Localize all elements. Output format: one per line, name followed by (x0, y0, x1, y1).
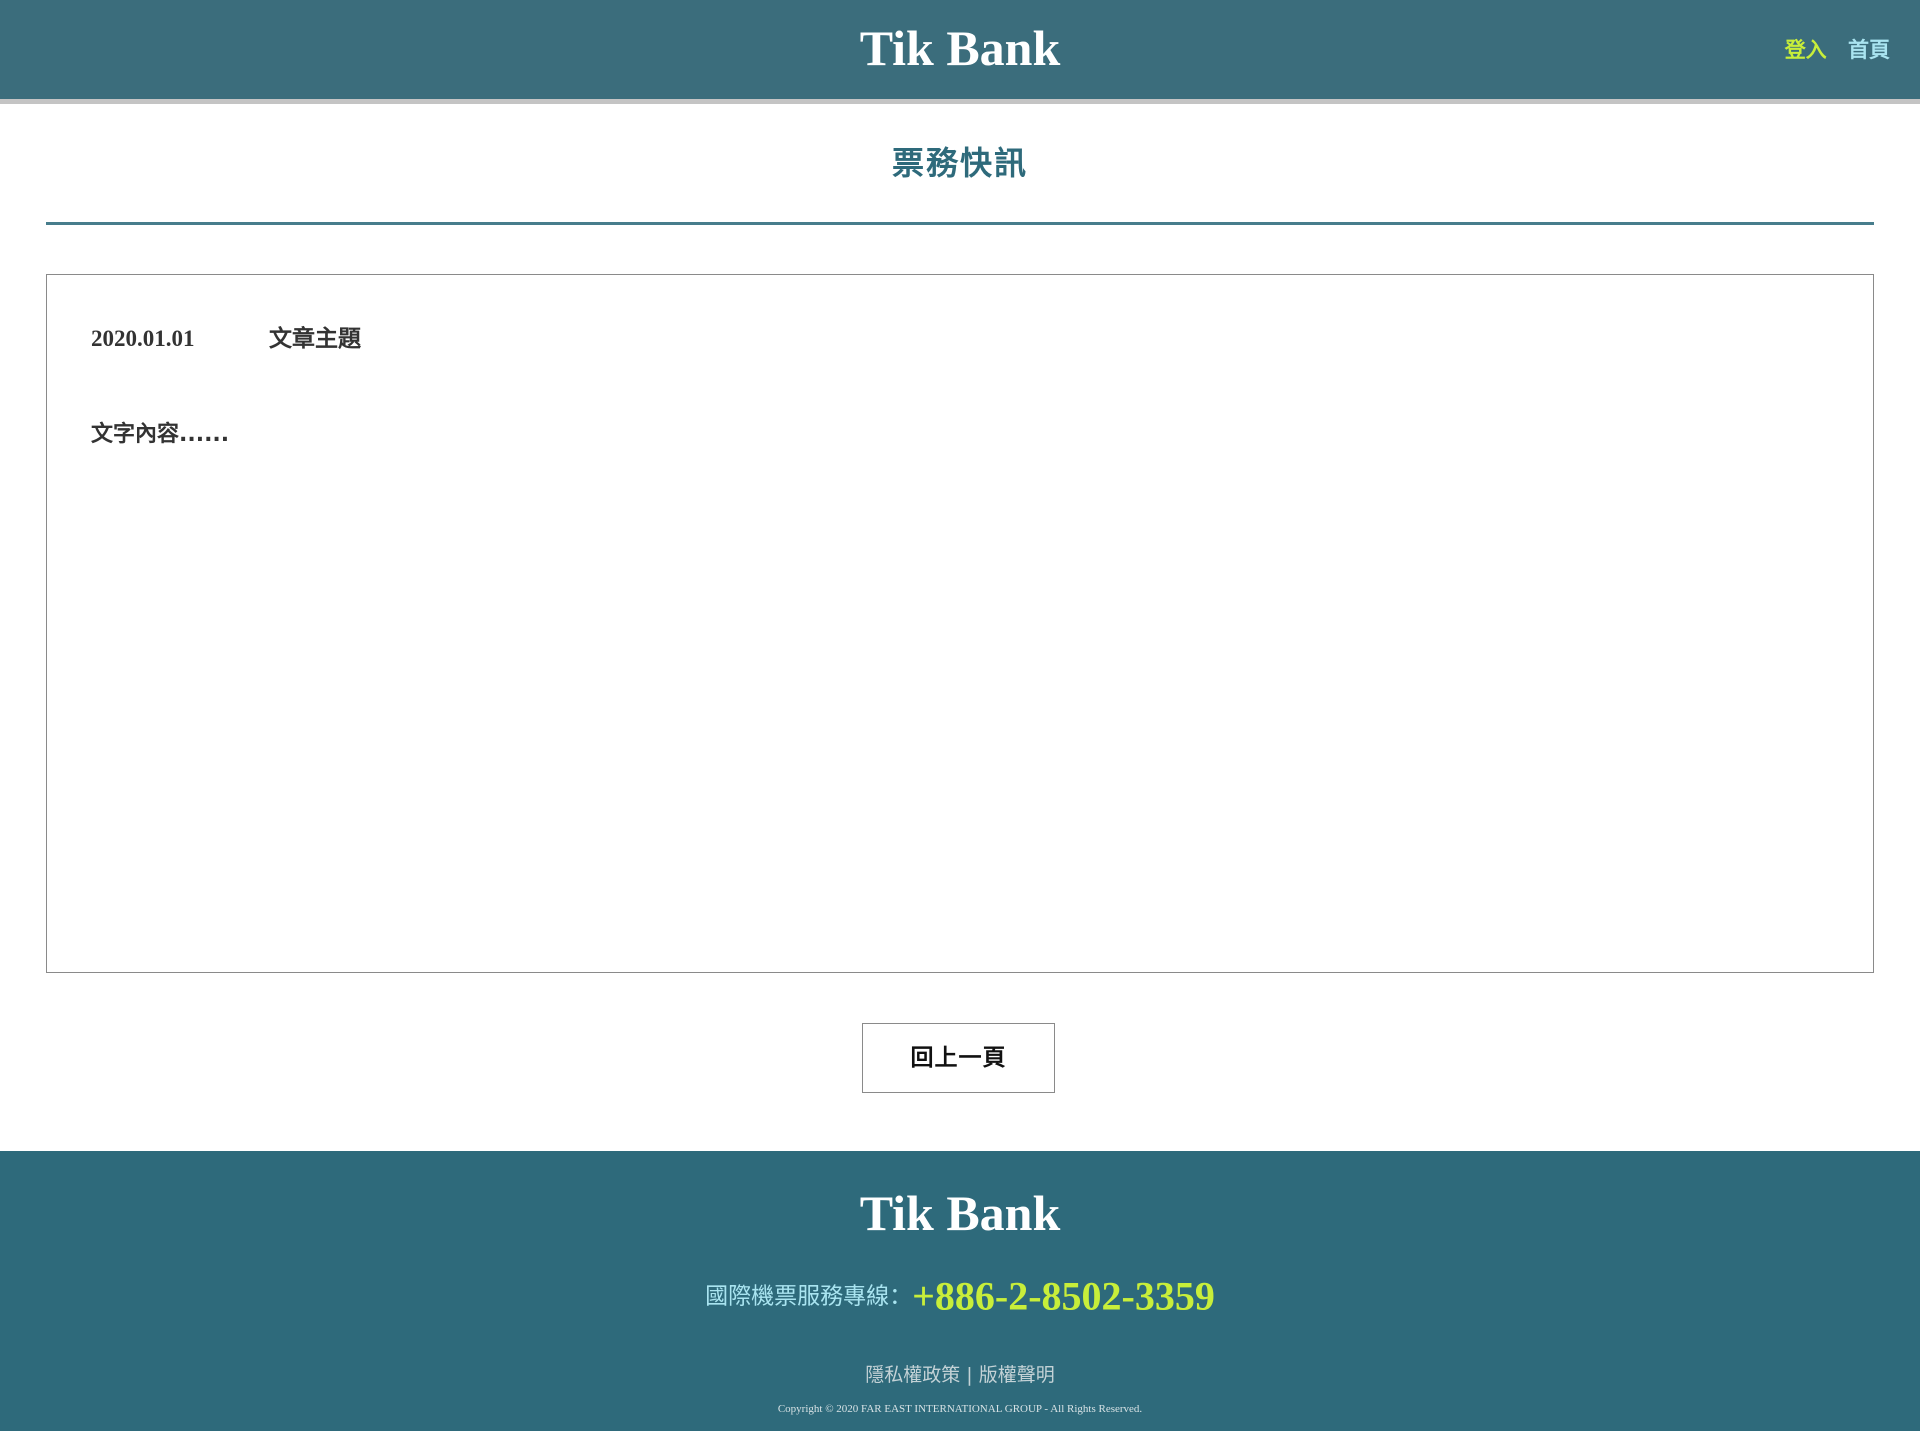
home-link[interactable]: 首頁 (1848, 38, 1890, 62)
site-header: Tik Bank 登入 首頁 (0, 0, 1920, 104)
login-link[interactable]: 登入 (1785, 38, 1827, 62)
brand-logo[interactable]: Tik Bank (0, 18, 1920, 78)
privacy-policy-link[interactable]: 隱私權政策 (865, 1364, 960, 1386)
hotline-number[interactable]: +886-2-8502-3359 (912, 1274, 1215, 1319)
article-date: 2020.01.01 (91, 326, 195, 351)
link-separator: | (966, 1364, 973, 1386)
footer-links: 隱私權政策 | 版權聲明 (0, 1361, 1920, 1389)
title-divider (46, 222, 1874, 225)
back-button[interactable]: 回上一頁 (862, 1023, 1055, 1093)
article-body: 文字內容...... (91, 422, 230, 447)
copyright-statement-link[interactable]: 版權聲明 (979, 1364, 1055, 1386)
site-footer: Tik Bank 國際機票服務專線：+886-2-8502-3359 隱私權政策… (0, 1151, 1920, 1431)
article-box: 2020.01.01 文章主題 文字內容...... (46, 274, 1874, 973)
service-hotline: 國際機票服務專線：+886-2-8502-3359 (0, 1271, 1920, 1322)
copyright-text: Copyright © 2020 FAR EAST INTERNATIONAL … (777, 1403, 1143, 1415)
hotline-label: 國際機票服務專線： (705, 1283, 913, 1310)
article-subject: 文章主題 (269, 326, 361, 352)
header-nav: 登入 首頁 (1771, 36, 1890, 64)
page-title: 票務快訊 (891, 144, 1028, 182)
footer-brand-logo: Tik Bank (859, 1185, 1061, 1241)
